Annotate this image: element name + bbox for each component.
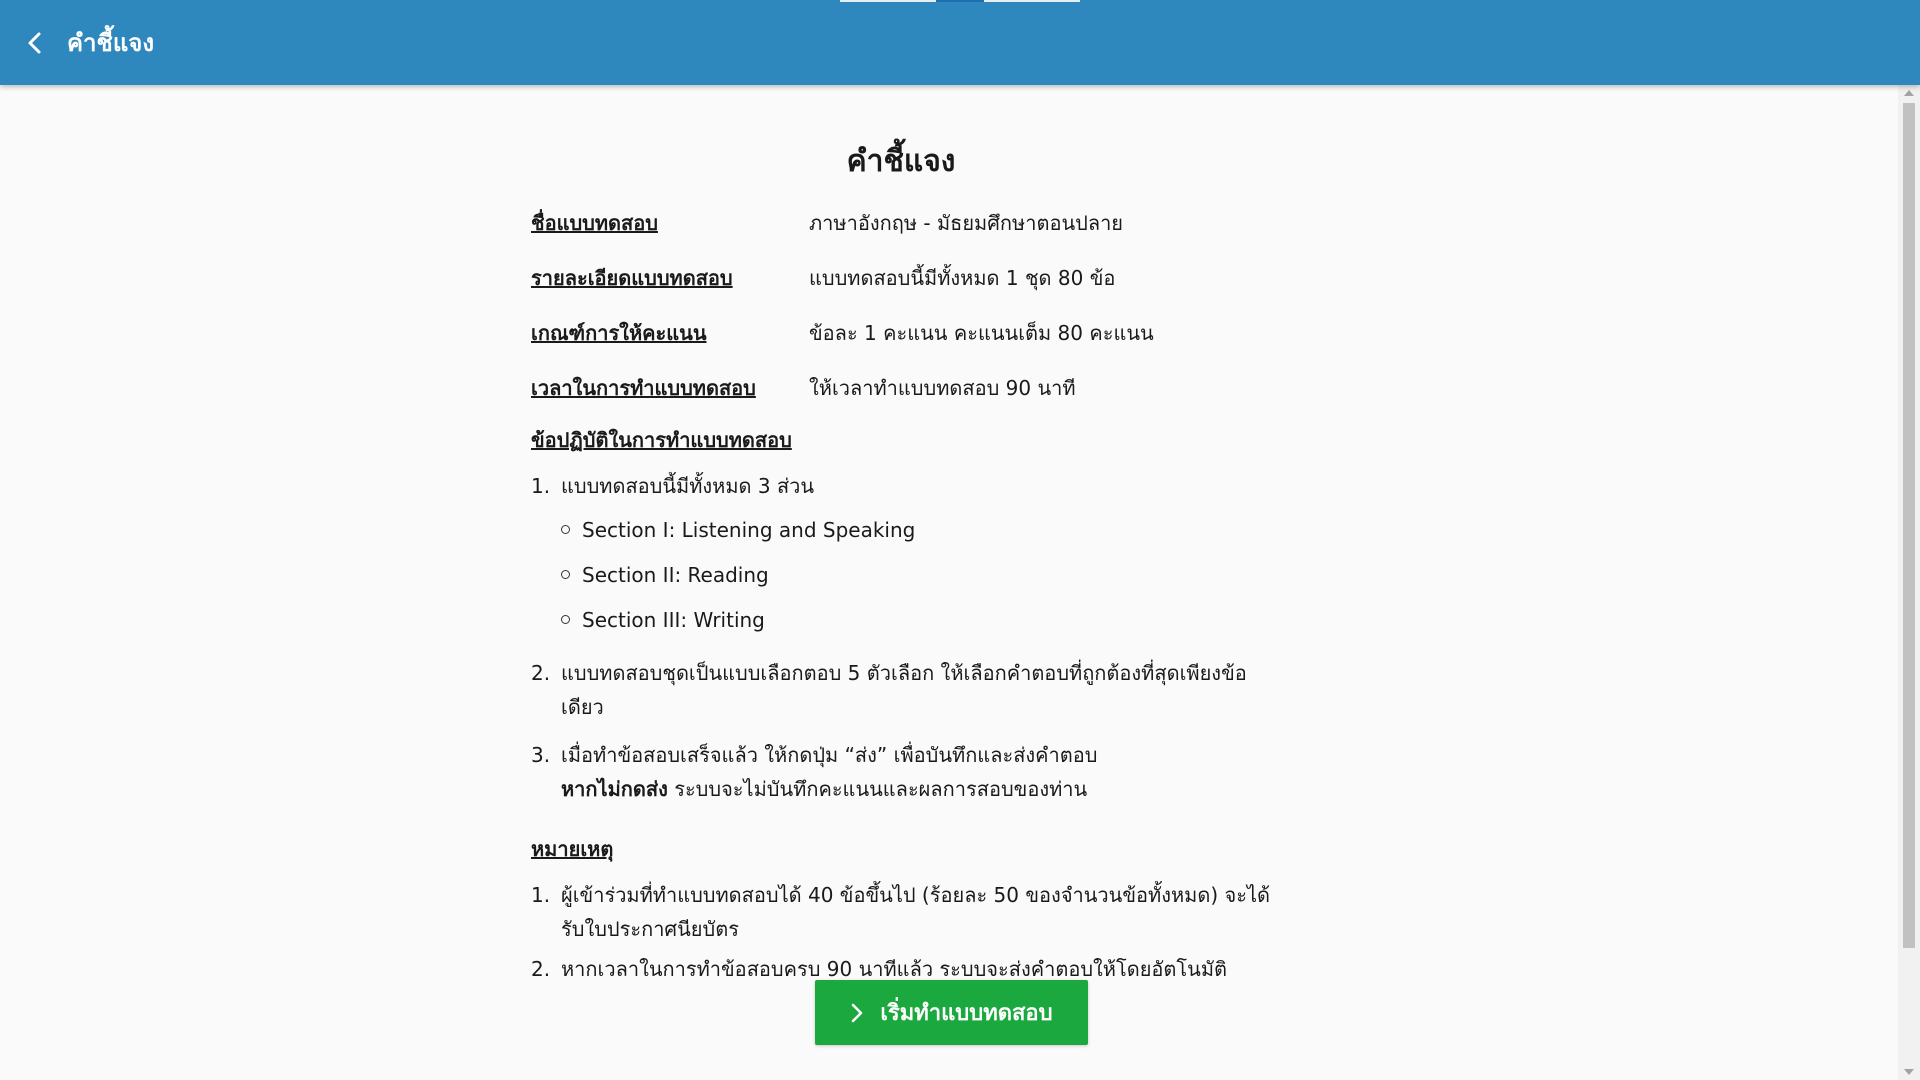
circle-bullet-icon [561, 615, 570, 624]
list-number: 2. [531, 957, 551, 981]
page-title: คำชี้แจง [846, 144, 956, 179]
start-test-label: เริ่มทำแบบทดสอบ [880, 1001, 1053, 1026]
info-label: เกณฑ์การให้คะแนน [531, 320, 707, 345]
info-row-scoring: เกณฑ์การให้คะแนน ข้อละ 1 คะแนน คะแนนเต็ม… [531, 305, 1271, 360]
info-label: ชื่อแบบทดสอบ [531, 210, 658, 235]
scroll-up-icon[interactable] [1904, 90, 1914, 96]
info-label: เวลาในการทำแบบทดสอบ [531, 375, 756, 400]
start-test-button[interactable]: เริ่มทำแบบทดสอบ [815, 980, 1088, 1045]
app-header: คำชี้แจง [0, 0, 1920, 85]
notes-list: 1. ผู้เข้าร่วมที่ทำแบบทดสอบได้ 40 ข้อขึ้… [531, 878, 1271, 986]
section-list: Section I: Listening and Speaking Sectio… [561, 507, 915, 642]
section-name: Section III: Writing [582, 607, 765, 632]
section-name: Section II: Reading [582, 562, 769, 587]
top-indicator-active [936, 0, 984, 2]
circle-bullet-icon [561, 525, 570, 534]
info-value: แบบทดสอบนี้มีทั้งหมด 1 ชุด 80 ข้อ [809, 265, 1116, 290]
instructions-list: 1. แบบทดสอบนี้มีทั้งหมด 3 ส่วน Section I… [531, 469, 1271, 806]
list-number: 1. [531, 883, 551, 907]
info-value: ให้เวลาทำแบบทดสอบ 90 นาที [809, 375, 1076, 400]
list-item: Section III: Writing [561, 597, 915, 642]
chevron-right-icon [850, 1002, 864, 1024]
info-value: ข้อละ 1 คะแนน คะแนนเต็ม 80 คะแนน [809, 320, 1154, 345]
info-row-test-details: รายละเอียดแบบทดสอบ แบบทดสอบนี้มีทั้งหมด … [531, 250, 1271, 305]
list-text: ผู้เข้าร่วมที่ทำแบบทดสอบได้ 40 ข้อขึ้นไป… [561, 883, 1270, 941]
list-number: 1. [531, 474, 551, 498]
section-name: Section I: Listening and Speaking [582, 517, 916, 542]
list-item: Section I: Listening and Speaking [561, 507, 915, 552]
list-item: 1. แบบทดสอบนี้มีทั้งหมด 3 ส่วน Section I… [531, 469, 1271, 642]
warning-text: หากไม่กดส่ง [561, 777, 668, 801]
list-number: 2. [531, 661, 551, 685]
list-item: 3. เมื่อทำข้อสอบเสร็จแล้ว ให้กดปุ่ม “ส่ง… [531, 738, 1271, 806]
info-label: รายละเอียดแบบทดสอบ [531, 265, 733, 290]
list-text: ระบบจะไม่บันทึกคะแนนและผลการสอบของท่าน [667, 777, 1088, 801]
list-text: แบบทดสอบนี้มีทั้งหมด 3 ส่วน [561, 474, 815, 498]
scroll-down-icon[interactable] [1904, 1069, 1914, 1075]
list-item: 1. ผู้เข้าร่วมที่ทำแบบทดสอบได้ 40 ข้อขึ้… [531, 878, 1271, 946]
back-button[interactable] [15, 23, 55, 63]
circle-bullet-icon [561, 570, 570, 579]
instructions-content: คำชี้แจง ชื่อแบบทดสอบ ภาษาอังกฤษ - มัธยม… [531, 85, 1271, 986]
notes-heading: หมายเหตุ [531, 837, 614, 861]
info-row-test-name: ชื่อแบบทดสอบ ภาษาอังกฤษ - มัธยมศึกษาตอนป… [531, 195, 1271, 250]
list-item: 2. แบบทดสอบชุดเป็นแบบเลือกตอบ 5 ตัวเลือก… [531, 656, 1271, 724]
list-number: 3. [531, 743, 551, 767]
chevron-left-icon [28, 32, 41, 53]
instructions-heading: ข้อปฏิบัติในการทำแบบทดสอบ [531, 428, 792, 452]
header-title: คำชี้แจง [67, 29, 155, 57]
info-value: ภาษาอังกฤษ - มัธยมศึกษาตอนปลาย [809, 210, 1124, 235]
list-text: เมื่อทำข้อสอบเสร็จแล้ว ให้กดปุ่ม “ส่ง” เ… [561, 743, 1098, 767]
info-row-time: เวลาในการทำแบบทดสอบ ให้เวลาทำแบบทดสอบ 90… [531, 360, 1271, 415]
list-item: Section II: Reading [561, 552, 915, 597]
scroll-thumb[interactable] [1903, 103, 1915, 948]
list-text: แบบทดสอบชุดเป็นแบบเลือกตอบ 5 ตัวเลือก ให… [561, 661, 1247, 719]
page-scrollbar[interactable] [1898, 85, 1920, 1080]
